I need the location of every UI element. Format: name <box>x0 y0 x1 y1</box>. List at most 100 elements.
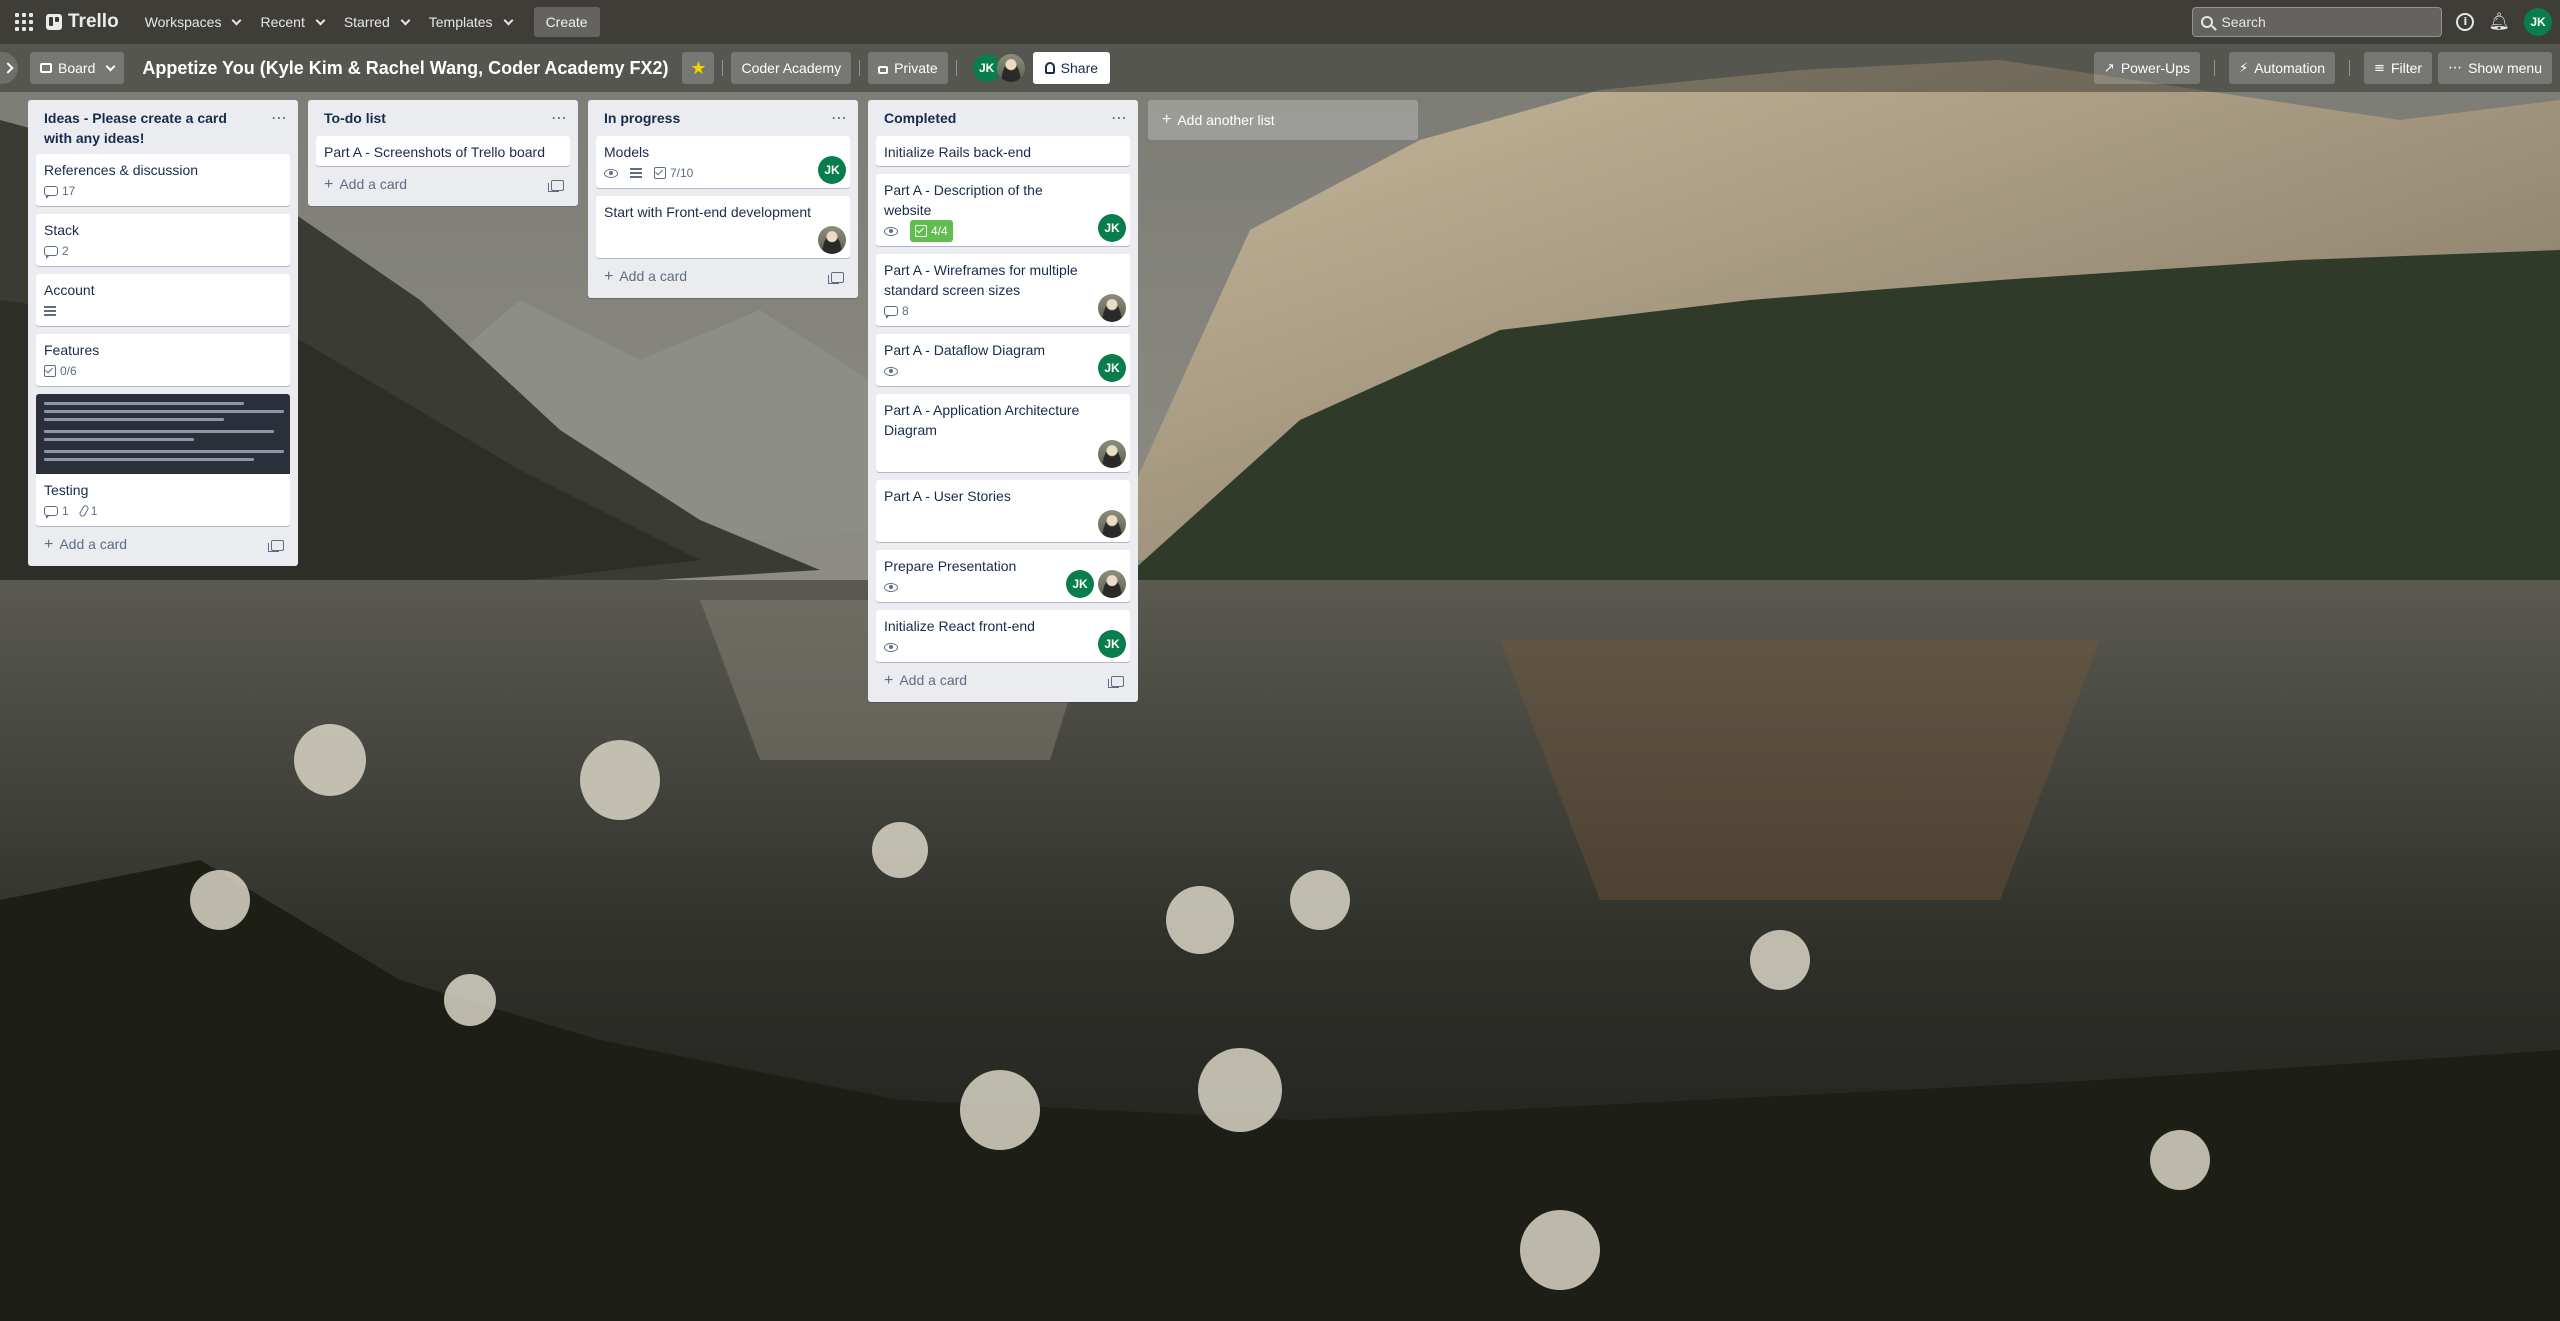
paperclip-icon <box>78 504 90 518</box>
list-completed[interactable]: Completed ⋯ Initialize Rails back-end Pa… <box>868 100 1138 702</box>
card-badges <box>884 636 1090 658</box>
search-icon <box>2201 16 2214 28</box>
card-members: JK <box>1098 630 1126 658</box>
templates-menu[interactable]: Templates <box>419 6 522 38</box>
add-card-button[interactable]: + Add a card <box>44 536 127 554</box>
card[interactable]: Part A - Description of the website 4/4 … <box>876 174 1130 246</box>
card[interactable]: Part A - Application Architecture Diagra… <box>876 394 1130 472</box>
plus-icon: + <box>604 268 614 285</box>
card[interactable]: Initialize React front-end JK <box>876 610 1130 662</box>
board-title[interactable]: Appetize You (Kyle Kim & Rachel Wang, Co… <box>142 58 668 79</box>
starred-label: Starred <box>343 14 390 30</box>
power-ups-button[interactable]: ↗ Power-Ups <box>2093 52 2201 84</box>
card-badges: 17 <box>44 180 282 202</box>
create-from-template-icon[interactable] <box>268 539 284 552</box>
member-avatar-jk[interactable]: JK <box>1066 570 1094 598</box>
show-menu-button[interactable]: ⋯ Show menu <box>2438 52 2552 84</box>
member-avatar-jk[interactable]: JK <box>1098 630 1126 658</box>
info-icon[interactable]: i <box>2456 13 2475 31</box>
sidebar-expand-icon[interactable] <box>0 52 18 84</box>
visibility-button[interactable]: Private <box>868 52 948 84</box>
checklist-icon <box>915 225 927 237</box>
card[interactable]: Initialize Rails back-end <box>876 136 1130 166</box>
member-avatar-photo[interactable] <box>1098 440 1126 468</box>
visibility-label: Private <box>894 60 938 76</box>
rocket-icon: ↗ <box>2103 60 2115 76</box>
card[interactable]: Models 7/10 JK <box>596 136 850 188</box>
member-avatar-jk[interactable]: JK <box>818 156 846 184</box>
card[interactable]: Testing 1 1 <box>36 394 290 526</box>
chevron-down-icon <box>503 15 514 25</box>
create-from-template-icon[interactable] <box>828 271 844 284</box>
member-avatar-jk[interactable]: JK <box>1098 354 1126 382</box>
add-card-button[interactable]: + Add a card <box>324 176 407 194</box>
trello-logo[interactable]: Trello <box>46 11 119 33</box>
share-button[interactable]: Share <box>1032 52 1111 84</box>
member-avatar-jk[interactable]: JK <box>1098 214 1126 242</box>
create-button[interactable]: Create <box>533 7 600 37</box>
app-switcher-icon[interactable] <box>8 6 40 38</box>
card-badges <box>884 360 1090 382</box>
starred-menu[interactable]: Starred <box>334 6 419 38</box>
checklist-count: 4/4 <box>931 224 948 238</box>
list-actions-icon[interactable]: ⋯ <box>271 108 288 128</box>
create-from-template-icon[interactable] <box>548 179 564 192</box>
list-ideas[interactable]: Ideas - Please create a card with any id… <box>28 100 298 566</box>
list-actions-icon[interactable]: ⋯ <box>551 108 568 128</box>
person-icon <box>1044 62 1055 74</box>
board-header: Board Appetize You (Kyle Kim & Rachel Wa… <box>0 44 2560 92</box>
card[interactable]: Part A - Dataflow Diagram JK <box>876 334 1130 386</box>
member-avatar-photo[interactable] <box>1098 510 1126 538</box>
card[interactable]: References & discussion 17 <box>36 154 290 206</box>
filter-icon: ≡ <box>2374 60 2385 76</box>
member-avatar-photo[interactable] <box>1098 294 1126 322</box>
list-title[interactable]: In progress <box>604 108 680 128</box>
card[interactable]: Stack 2 <box>36 214 290 266</box>
user-avatar[interactable]: JK <box>2524 8 2552 36</box>
recent-menu[interactable]: Recent <box>250 6 333 38</box>
list-title[interactable]: To-do list <box>324 108 386 128</box>
workspaces-menu[interactable]: Workspaces <box>135 6 251 38</box>
add-list-button[interactable]: + Add another list <box>1148 100 1418 140</box>
card[interactable]: Part A - Screenshots of Trello board <box>316 136 570 166</box>
board-view-label: Board <box>58 60 96 76</box>
automation-button[interactable]: ⚡︎ Automation <box>2229 52 2336 84</box>
card[interactable]: Part A - User Stories <box>876 480 1130 542</box>
card-title: Account <box>44 282 95 298</box>
list-in-progress[interactable]: In progress ⋯ Models 7/10 JK Start with … <box>588 100 858 298</box>
board-view-switcher[interactable]: Board <box>30 52 125 84</box>
comment-icon <box>44 506 58 519</box>
card-members: JK <box>1066 570 1126 598</box>
card[interactable]: Prepare Presentation JK <box>876 550 1130 602</box>
create-from-template-icon[interactable] <box>1108 675 1124 688</box>
list-header: Ideas - Please create a card with any id… <box>28 100 298 154</box>
card[interactable]: Account <box>36 274 290 326</box>
search-input[interactable]: Search <box>2192 7 2443 37</box>
filter-button[interactable]: ≡ Filter <box>2364 52 2433 84</box>
list-title[interactable]: Ideas - Please create a card with any id… <box>44 108 254 148</box>
card[interactable]: Part A - Wireframes for multiple standar… <box>876 254 1130 326</box>
list-title[interactable]: Completed <box>884 108 956 128</box>
card[interactable]: Features 0/6 <box>36 334 290 386</box>
workspace-button[interactable]: Coder Academy <box>731 52 852 84</box>
card-title: Part A - Description of the website <box>884 182 1043 218</box>
list-actions-icon[interactable]: ⋯ <box>831 108 848 128</box>
card-stack: References & discussion 17 Stack 2 Accou… <box>28 154 298 526</box>
show-menu-label: Show menu <box>2468 60 2542 76</box>
member-avatar-photo[interactable] <box>818 226 846 254</box>
card-stack: Initialize Rails back-end Part A - Descr… <box>868 136 1138 662</box>
list-todo[interactable]: To-do list ⋯ Part A - Screenshots of Tre… <box>308 100 578 206</box>
member-avatar-photo[interactable] <box>1098 570 1126 598</box>
card-members <box>1098 440 1126 468</box>
recent-label: Recent <box>260 14 305 30</box>
card-title: Testing <box>44 482 89 498</box>
checklist-count: 7/10 <box>670 166 694 180</box>
templates-label: Templates <box>428 14 493 30</box>
notifications-bell-icon[interactable]: 🔔︎ <box>2488 12 2510 32</box>
card[interactable]: Start with Front-end development <box>596 196 850 258</box>
star-board-icon[interactable]: ★ <box>682 52 715 84</box>
member-avatar-photo[interactable] <box>996 54 1025 82</box>
add-card-button[interactable]: + Add a card <box>604 268 687 286</box>
add-card-button[interactable]: + Add a card <box>884 672 967 690</box>
list-actions-icon[interactable]: ⋯ <box>1111 108 1128 128</box>
